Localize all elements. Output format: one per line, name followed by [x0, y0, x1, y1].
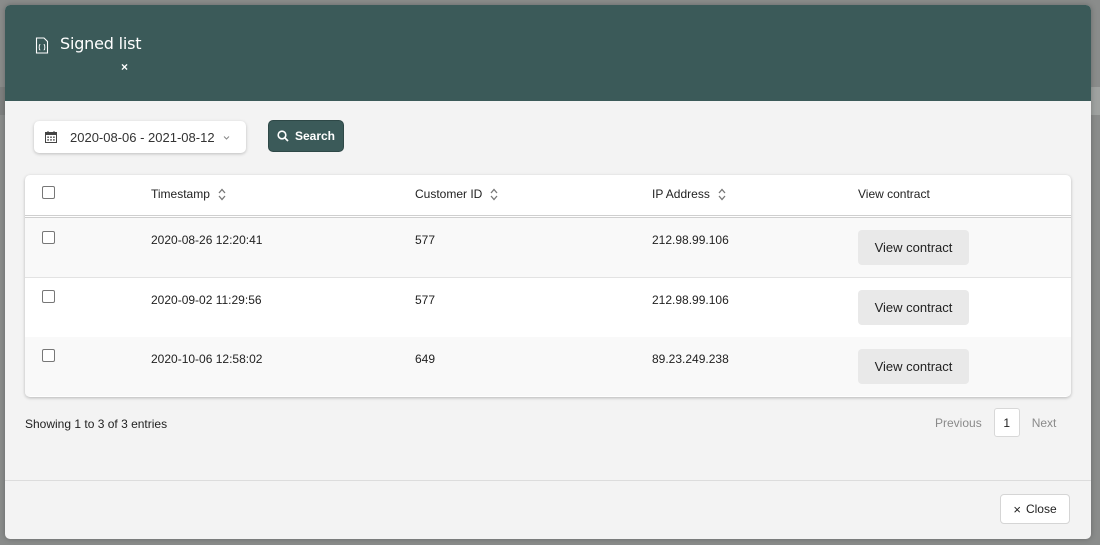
table-header-row: Timestamp Customer ID IP Address View co…	[25, 175, 1071, 218]
signed-list-table: Timestamp Customer ID IP Address View co…	[25, 175, 1071, 397]
sort-icon	[218, 188, 226, 200]
row-checkbox[interactable]	[42, 290, 55, 303]
column-header-view-contract: View contract	[858, 187, 930, 201]
customer-id-cell: 649	[415, 352, 436, 366]
entries-summary: Showing 1 to 3 of 3 entries	[25, 417, 168, 431]
timestamp-cell: 2020-08-26 12:20:41	[151, 233, 263, 247]
column-header-label: Timestamp	[151, 187, 210, 201]
modal-title: Signed list	[60, 34, 142, 53]
date-range-picker[interactable]: 2020-08-06 - 2021-08-12	[34, 121, 246, 153]
close-button[interactable]: × Close	[1000, 494, 1070, 524]
close-button-label: Close	[1025, 502, 1057, 516]
column-header-timestamp[interactable]: Timestamp	[151, 187, 226, 201]
close-icon: ×	[1013, 501, 1021, 517]
search-icon	[277, 130, 289, 142]
column-header-label: View contract	[858, 187, 930, 201]
date-range-value: 2020-08-06 - 2021-08-12	[70, 129, 215, 145]
ip-address-cell: 212.98.99.106	[652, 293, 729, 307]
footer-divider	[5, 480, 1091, 481]
timestamp-cell: 2020-09-02 11:29:56	[151, 293, 262, 307]
calendar-icon	[45, 131, 57, 143]
search-button-label: Search	[294, 129, 336, 143]
select-all-checkbox[interactable]	[42, 186, 55, 199]
previous-page-link[interactable]: Previous	[935, 416, 982, 430]
search-button[interactable]: Search	[268, 120, 344, 152]
ip-address-cell: 212.98.99.106	[652, 233, 729, 247]
table-row: 2020-10-06 12:58:02 649 89.23.249.238 Vi…	[25, 337, 1071, 396]
row-checkbox[interactable]	[42, 349, 55, 362]
signed-list-modal: Signed list × 2020-08-06 - 2021-08-12 Se…	[5, 5, 1091, 539]
column-header-label: Customer ID	[415, 187, 483, 201]
column-header-ip-address[interactable]: IP Address	[652, 187, 726, 201]
table-row: 2020-09-02 11:29:56 577 212.98.99.106 Vi…	[25, 278, 1071, 338]
page-1-button[interactable]: 1	[993, 408, 1020, 437]
contract-file-icon	[35, 37, 49, 54]
table-row: 2020-08-26 12:20:41 577 212.98.99.106 Vi…	[25, 218, 1071, 278]
column-header-customer-id[interactable]: Customer ID	[415, 187, 498, 201]
modal-header: Signed list ×	[5, 5, 1091, 101]
view-contract-button[interactable]: View contract	[858, 349, 969, 384]
sort-icon	[490, 188, 498, 200]
view-contract-button[interactable]: View contract	[858, 230, 969, 265]
row-checkbox[interactable]	[42, 231, 55, 244]
sort-icon	[718, 188, 726, 200]
chevron-down-icon	[223, 135, 229, 140]
modal-close-x-button[interactable]: ×	[121, 60, 128, 74]
view-contract-button[interactable]: View contract	[858, 290, 969, 325]
ip-address-cell: 89.23.249.238	[652, 352, 729, 366]
next-page-link[interactable]: Next	[1032, 416, 1057, 430]
customer-id-cell: 577	[415, 293, 436, 307]
pagination: Previous 1 Next	[935, 408, 1056, 437]
timestamp-cell: 2020-10-06 12:58:02	[151, 352, 263, 366]
column-header-label: IP Address	[652, 187, 710, 201]
customer-id-cell: 577	[415, 233, 436, 247]
